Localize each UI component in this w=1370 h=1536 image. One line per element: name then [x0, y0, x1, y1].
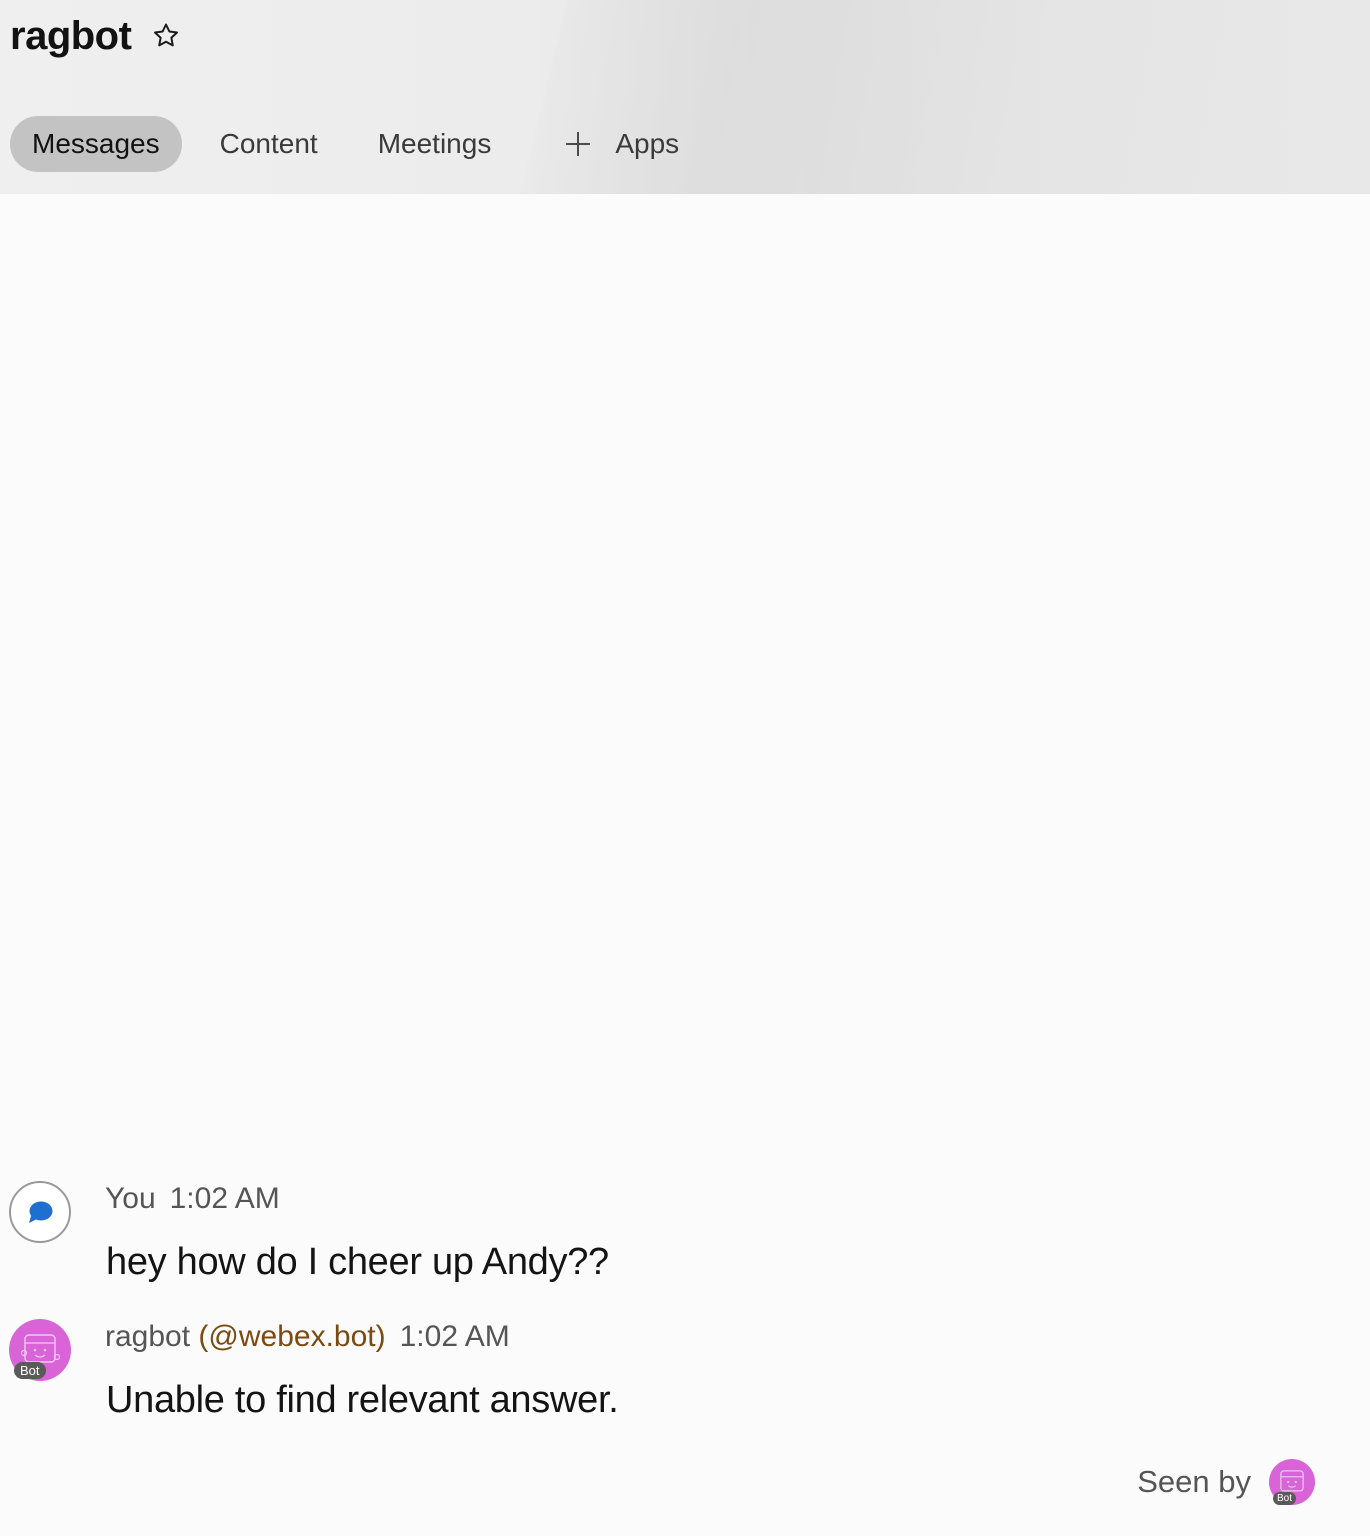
sender-handle: (@webex.bot) [198, 1320, 386, 1353]
seen-by-label: Seen by [1137, 1464, 1251, 1499]
read-receipts: Seen by Bot [1137, 1458, 1315, 1506]
space-header: ragbot Messages Content Meetings Apps [0, 0, 1370, 194]
tab-content[interactable]: Content [198, 116, 340, 172]
tab-bar: Messages Content Meetings Apps [10, 116, 717, 172]
tab-apps[interactable]: Apps [541, 116, 701, 172]
bot-badge: Bot [1273, 1492, 1297, 1505]
tab-messages[interactable]: Messages [10, 116, 182, 172]
star-icon[interactable] [149, 19, 183, 53]
message-text: hey how do I cheer up Andy?? [106, 1241, 609, 1283]
chat-bubble-icon [29, 1201, 53, 1223]
title-row: ragbot [10, 8, 183, 64]
sender-name: ragbot [105, 1320, 191, 1353]
plus-icon [563, 129, 593, 159]
bot-badge: Bot [14, 1362, 46, 1379]
tab-meetings[interactable]: Meetings [356, 116, 514, 172]
user-avatar[interactable] [9, 1181, 71, 1243]
sender-name: You [105, 1182, 156, 1215]
message-meta: ragbot (@webex.bot) 1:02 AM [105, 1320, 510, 1354]
seen-by-avatar[interactable]: Bot [1269, 1459, 1315, 1505]
message-time: 1:02 AM [399, 1320, 510, 1353]
tab-apps-label: Apps [615, 128, 680, 159]
message-time: 1:02 AM [169, 1182, 280, 1215]
bot-avatar[interactable]: Bot [9, 1319, 71, 1381]
message-text: Unable to find relevant answer. [106, 1379, 619, 1421]
message-meta: You 1:02 AM [105, 1182, 280, 1216]
space-title: ragbot [10, 13, 132, 58]
